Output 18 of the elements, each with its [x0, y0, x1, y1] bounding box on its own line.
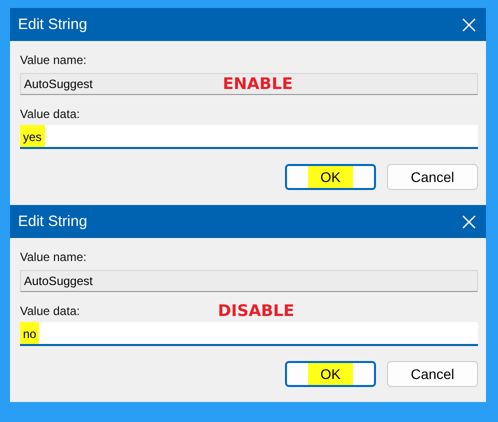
cancel-button[interactable]: Cancel [387, 164, 478, 190]
field-label: Value name: [20, 53, 88, 67]
value-data-field[interactable]: no [20, 322, 478, 346]
annotation-label: ENABLE [222, 75, 293, 93]
close-icon[interactable] [462, 18, 476, 32]
window-title: Edit String [18, 16, 88, 33]
cancel-button[interactable]: Cancel [387, 361, 478, 387]
field-label: Value data: [20, 107, 80, 121]
field-label: Value name: [20, 250, 88, 264]
value-data-field[interactable]: yes [20, 125, 478, 149]
annotation-label: DISABLE [218, 302, 294, 320]
value-name-field[interactable]: AutoSuggest ENABLE [20, 73, 478, 95]
ok-button[interactable]: OK [285, 164, 376, 190]
window-title: Edit String [18, 213, 88, 230]
close-icon[interactable] [462, 214, 476, 228]
value-name-field[interactable]: AutoSuggest [20, 270, 478, 292]
field-label: Value data: [20, 304, 80, 318]
ok-button[interactable]: OK [285, 361, 376, 387]
